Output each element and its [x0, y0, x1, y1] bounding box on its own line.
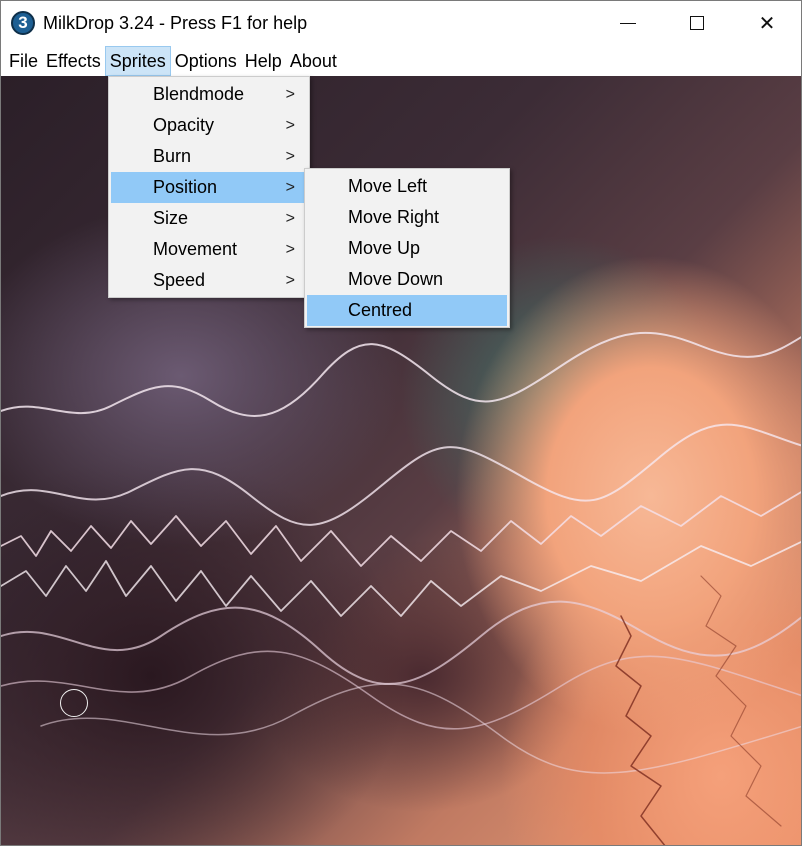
sprites-dropdown-menu: Blendmode > Opacity > Burn > Position > … — [108, 76, 310, 298]
menu-item-move-up[interactable]: Move Up — [307, 233, 507, 264]
app-window: 3 MilkDrop 3.24 - Press F1 for help ✕ Fi… — [0, 0, 802, 846]
menu-item-label: Centred — [348, 300, 413, 320]
milkdrop-app-icon[interactable]: 3 — [11, 11, 35, 35]
waveform-line — [1, 650, 801, 730]
menu-item-label: Movement — [153, 239, 238, 259]
menu-item-label: Move Right — [348, 207, 440, 227]
menu-item-blendmode[interactable]: Blendmode > — [111, 79, 307, 110]
menu-item-move-left[interactable]: Move Left — [307, 171, 507, 202]
position-submenu: Move Left Move Right Move Up Move Down C… — [304, 168, 510, 328]
waveform-line — [1, 491, 801, 567]
menu-about[interactable]: About — [286, 46, 341, 76]
menu-item-label: Burn — [153, 146, 192, 166]
menu-item-label: Speed — [153, 270, 206, 290]
close-button[interactable]: ✕ — [732, 1, 801, 45]
chevron-right-icon: > — [285, 86, 295, 103]
menu-item-label: Blendmode — [153, 84, 245, 104]
waveform-line — [700, 575, 782, 827]
menu-item-speed[interactable]: Speed > — [111, 265, 307, 296]
maximize-icon — [690, 16, 704, 30]
title-bar[interactable]: 3 MilkDrop 3.24 - Press F1 for help ✕ — [1, 1, 801, 45]
menu-item-size[interactable]: Size > — [111, 203, 307, 234]
window-title: MilkDrop 3.24 - Press F1 for help — [43, 13, 308, 33]
chevron-right-icon: > — [285, 179, 295, 196]
waveform-line — [1, 423, 801, 526]
waveform-line — [1, 331, 801, 417]
menu-item-movement[interactable]: Movement > — [111, 234, 307, 265]
menu-sprites[interactable]: Sprites — [104, 46, 171, 76]
minimize-icon — [620, 22, 636, 24]
waveform-line — [615, 615, 666, 845]
chevron-right-icon: > — [285, 117, 295, 134]
menu-item-move-right[interactable]: Move Right — [307, 202, 507, 233]
menu-bar: File Effects Sprites Options Help About — [1, 46, 801, 76]
menu-item-label: Move Up — [348, 238, 421, 258]
chevron-right-icon: > — [285, 148, 295, 165]
menu-item-position[interactable]: Position > — [111, 172, 307, 203]
menu-item-opacity[interactable]: Opacity > — [111, 110, 307, 141]
menu-options[interactable]: Options — [171, 46, 241, 76]
mouse-cursor-ring — [60, 689, 88, 717]
chevron-right-icon: > — [285, 272, 295, 289]
chevron-right-icon: > — [285, 241, 295, 258]
maximize-button[interactable] — [662, 1, 732, 45]
menu-effects[interactable]: Effects — [42, 46, 105, 76]
minimize-button[interactable] — [593, 1, 663, 45]
menu-help[interactable]: Help — [241, 46, 286, 76]
menu-file[interactable]: File — [5, 46, 42, 76]
menu-item-label: Position — [153, 177, 218, 197]
menu-item-label: Move Down — [348, 269, 444, 289]
chevron-right-icon: > — [285, 210, 295, 227]
waveform-line — [40, 683, 801, 774]
menu-item-centred[interactable]: Centred — [307, 295, 507, 326]
menu-item-move-down[interactable]: Move Down — [307, 264, 507, 295]
menu-item-label: Move Left — [348, 176, 428, 196]
menu-item-label: Opacity — [153, 115, 215, 135]
waveform-line — [1, 600, 801, 685]
close-icon: ✕ — [758, 12, 776, 35]
menu-item-label: Size — [153, 208, 189, 228]
menu-item-burn[interactable]: Burn > — [111, 141, 307, 172]
waveform-line — [1, 540, 801, 617]
